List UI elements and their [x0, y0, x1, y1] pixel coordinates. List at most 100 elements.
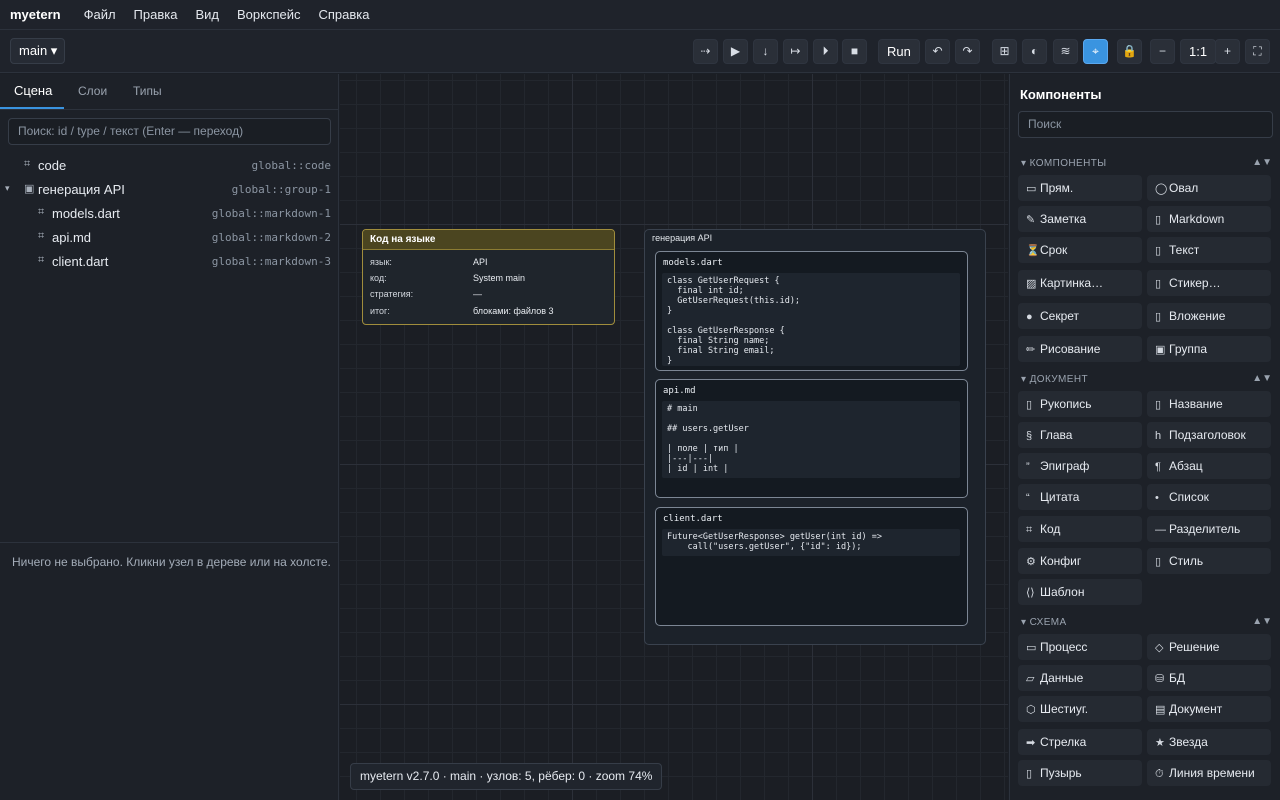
component-button[interactable]: “ Цитата: [1018, 484, 1142, 510]
component-icon: ◯: [1155, 183, 1168, 195]
tree-item-models[interactable]: ⌗ models.dart global::markdown-1: [0, 203, 339, 225]
section-reorder-icon[interactable]: ▲▼: [1252, 157, 1272, 168]
component-label: Стиль: [1169, 554, 1204, 568]
tree-item-client[interactable]: ⌗ client.dart global::markdown-3: [0, 251, 339, 273]
component-button[interactable]: ◯ Овал: [1147, 175, 1271, 201]
component-button[interactable]: ✏ Рисование: [1018, 336, 1142, 362]
component-button[interactable]: h Подзаголовок: [1147, 422, 1271, 448]
component-button[interactable]: ▱ Данные: [1018, 665, 1142, 691]
component-button[interactable]: ” Эпиграф: [1018, 453, 1142, 479]
component-button[interactable]: ⛁ БД: [1147, 665, 1271, 691]
fullscreen-icon[interactable]: ⛶: [1245, 39, 1270, 64]
component-icon: §: [1026, 430, 1033, 442]
component-button[interactable]: ▭ Прям.: [1018, 175, 1142, 201]
scene-search-input[interactable]: Поиск: id / type / текст (Enter — перехо…: [8, 118, 331, 145]
components-search-input[interactable]: Поиск: [1018, 111, 1273, 138]
component-button[interactable]: ⚙ Конфиг: [1018, 548, 1142, 574]
components-title: Компоненты: [1020, 87, 1102, 102]
section-reorder-icon[interactable]: ▲▼: [1252, 616, 1272, 627]
component-button[interactable]: ▯ Стиль: [1147, 548, 1271, 574]
section-title[interactable]: ▾ СХЕМА: [1021, 617, 1067, 628]
section-title[interactable]: ▾ КОМПОНЕНТЫ: [1021, 158, 1106, 169]
component-icon: h: [1155, 430, 1162, 442]
scene-panel: Сцена Слои Типы Поиск: id / type / текст…: [0, 74, 339, 800]
menu-workspace[interactable]: Воркспейс: [237, 7, 301, 22]
step-over-icon[interactable]: ↦: [783, 39, 808, 64]
component-button[interactable]: • Список: [1147, 484, 1271, 510]
menu-view[interactable]: Вид: [195, 7, 219, 22]
component-button[interactable]: ● Секрет: [1018, 303, 1142, 329]
component-button[interactable]: § Глава: [1018, 422, 1142, 448]
menu-help[interactable]: Справка: [319, 7, 370, 22]
zoom-in-icon[interactable]: +: [1215, 39, 1240, 64]
section-reorder-icon[interactable]: ▲▼: [1252, 373, 1272, 384]
stop-icon[interactable]: ■: [842, 39, 867, 64]
menu-edit[interactable]: Правка: [134, 7, 178, 22]
component-button[interactable]: ▯ Текст: [1147, 237, 1271, 263]
component-button[interactable]: ¶ Абзац: [1147, 453, 1271, 479]
tab-layers[interactable]: Слои: [78, 84, 107, 98]
step-icon[interactable]: ⇢: [693, 39, 718, 64]
scene-tabs: Сцена Слои Типы: [0, 74, 338, 110]
run-button[interactable]: Run: [878, 39, 920, 64]
component-button[interactable]: ⌗ Код: [1018, 516, 1142, 542]
component-button[interactable]: ➡ Стрелка: [1018, 729, 1142, 755]
zoom-reset-button[interactable]: 1:1: [1180, 39, 1217, 64]
markdown-card-api[interactable]: api.md # main ## users.getUser | поле | …: [655, 379, 968, 498]
component-button[interactable]: ▣ Группа: [1147, 336, 1271, 362]
zoom-out-icon[interactable]: −: [1150, 39, 1175, 64]
step-into-icon[interactable]: ↓: [753, 39, 778, 64]
component-label: Конфиг: [1040, 554, 1082, 568]
code-node[interactable]: Код на языке язык: API код: System main …: [362, 229, 615, 325]
group-node[interactable]: генерация API models.dart class GetUserR…: [644, 229, 986, 645]
tab-types[interactable]: Типы: [133, 84, 162, 98]
component-label: Процесс: [1040, 640, 1088, 654]
tree-item-code[interactable]: ⌗ code global::code: [0, 155, 339, 177]
component-icon: ▭: [1026, 642, 1037, 654]
next-icon[interactable]: ⏵: [813, 39, 838, 64]
component-button[interactable]: ▯ Пузырь: [1018, 760, 1142, 786]
component-button[interactable]: — Разделитель: [1147, 516, 1271, 542]
component-label: Заметка: [1040, 212, 1087, 226]
canvas[interactable]: Код на языке язык: API код: System main …: [340, 74, 1008, 800]
component-button[interactable]: ▯ Markdown: [1147, 206, 1271, 232]
snap-icon[interactable]: ⌖: [1083, 39, 1108, 64]
component-button[interactable]: ▯ Рукопись: [1018, 391, 1142, 417]
wave-icon[interactable]: ≋: [1053, 39, 1078, 64]
markdown-card-models[interactable]: models.dart class GetUserRequest { final…: [655, 251, 968, 371]
component-button[interactable]: ▭ Процесс: [1018, 634, 1142, 660]
component-button[interactable]: ▨ Картинка…: [1018, 270, 1142, 296]
lock-icon[interactable]: 🔒: [1117, 39, 1142, 64]
component-label: Овал: [1169, 181, 1199, 195]
component-button[interactable]: ✎ Заметка: [1018, 206, 1142, 232]
component-label: БД: [1169, 671, 1186, 685]
component-button[interactable]: ⏳Срок: [1018, 237, 1142, 263]
component-button[interactable]: ⟨⟩ Шаблон: [1018, 579, 1142, 605]
section-title[interactable]: ▾ ДОКУМЕНТ: [1021, 374, 1088, 385]
component-button[interactable]: ▯ Вложение: [1147, 303, 1271, 329]
play-icon[interactable]: ▶: [723, 39, 748, 64]
component-button[interactable]: ★ Звезда: [1147, 729, 1271, 755]
tree-item-api[interactable]: ⌗ api.md global::markdown-2: [0, 227, 339, 249]
expand-caret-icon[interactable]: ▾: [5, 183, 10, 194]
component-button[interactable]: ◇ Решение: [1147, 634, 1271, 660]
component-button[interactable]: ▯ Название: [1147, 391, 1271, 417]
undo-icon[interactable]: ↶: [925, 39, 950, 64]
component-button[interactable]: ⏱ Линия времени: [1147, 760, 1271, 786]
component-icon: ✎: [1026, 214, 1036, 226]
menu-file[interactable]: Файл: [84, 7, 116, 22]
component-button[interactable]: ▤ Документ: [1147, 696, 1271, 722]
component-button[interactable]: ▯ Стикер…: [1147, 270, 1271, 296]
branch-select[interactable]: main ▾: [10, 38, 65, 64]
tab-scene[interactable]: Сцена: [14, 83, 52, 98]
markdown-card-client[interactable]: client.dart Future<GetUserResponse> getU…: [655, 507, 968, 626]
component-button[interactable]: ⬡ Шестиуг.: [1018, 696, 1142, 722]
tree-item-group[interactable]: ▾ ▣ генерация API global::group-1: [0, 179, 339, 201]
code-node-value: System main: [473, 273, 526, 283]
redo-icon[interactable]: ↷: [955, 39, 980, 64]
component-icon: ⛁: [1155, 673, 1165, 685]
grid-icon[interactable]: ⊞: [992, 39, 1017, 64]
theme-icon[interactable]: ◐: [1022, 39, 1047, 64]
tree-item-id: global::markdown-1: [211, 207, 331, 220]
component-icon: —: [1155, 524, 1166, 536]
